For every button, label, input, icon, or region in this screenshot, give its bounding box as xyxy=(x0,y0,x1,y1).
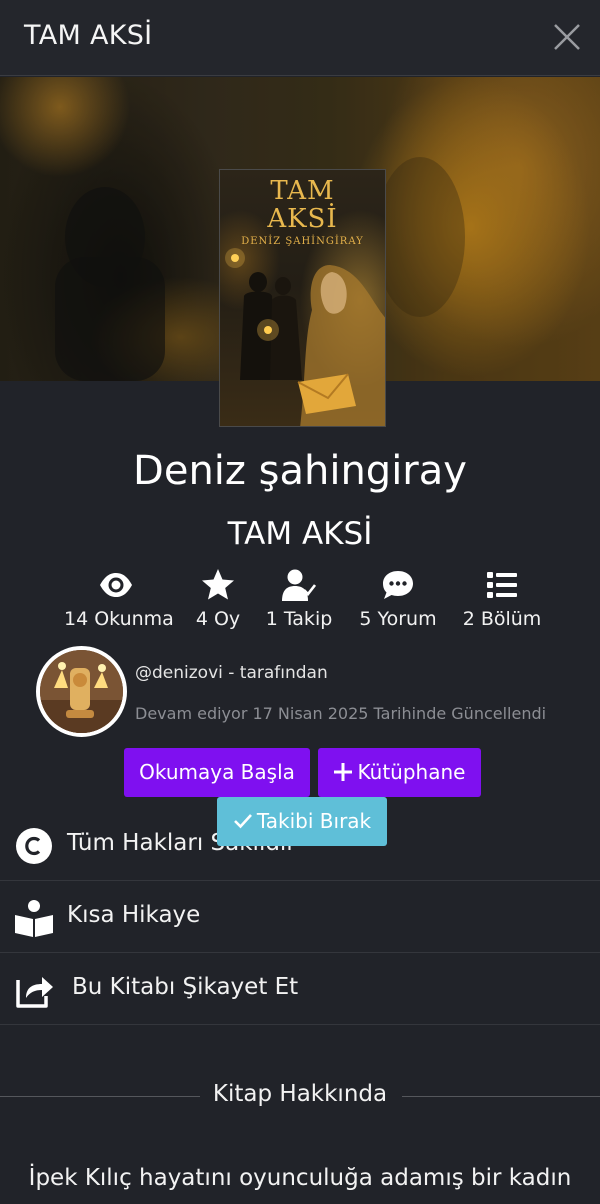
author-name[interactable]: Deniz şahingiray xyxy=(0,448,600,494)
check-icon xyxy=(233,814,252,829)
stat-chapters: 2 Bölüm xyxy=(462,568,542,630)
start-reading-button[interactable]: Okumaya Başla xyxy=(124,748,310,797)
unfollow-button[interactable]: Takibi Bırak xyxy=(217,797,387,846)
star-icon xyxy=(202,569,234,600)
book-title: TAM AKSİ xyxy=(227,516,373,552)
plus-icon xyxy=(333,763,352,781)
cover-title-line2: AKSİ xyxy=(267,204,338,234)
book-detail-page: TAM AKSİ TAM AKSİ DENİZ ŞAHİNGİRAY Deniz… xyxy=(0,0,600,1204)
row-genre[interactable]: Kısa Hikaye xyxy=(0,881,600,953)
library-label: Kütüphane xyxy=(357,760,466,784)
list-icon xyxy=(487,572,517,598)
author-byline[interactable]: @denizovi - tarafından xyxy=(135,663,328,683)
stat-reads: 14 Okunma xyxy=(64,568,174,630)
reading-person-icon xyxy=(15,900,53,937)
close-icon[interactable] xyxy=(552,22,582,52)
start-reading-label: Okumaya Başla xyxy=(139,760,295,784)
stat-comments-label: 5 Yorum xyxy=(359,608,437,630)
add-to-library-button[interactable]: Kütüphane xyxy=(318,748,481,797)
genre-label: Kısa Hikaye xyxy=(67,902,201,928)
stat-votes-label: 4 Oy xyxy=(195,608,241,630)
cover-author: DENİZ ŞAHİNGİRAY xyxy=(241,236,364,247)
report-label: Bu Kitabı Şikayet Et xyxy=(72,974,299,1000)
avatar[interactable] xyxy=(36,646,127,737)
top-bar: TAM AKSİ xyxy=(0,0,600,76)
book-description: İpek Kılıç hayatını oyunculuğa adamış bi… xyxy=(28,1165,572,1191)
about-heading: Kitap Hakkında xyxy=(212,1081,388,1107)
row-report[interactable]: Bu Kitabı Şikayet Et xyxy=(0,953,600,1025)
page-title: TAM AKSİ xyxy=(24,20,153,51)
eye-icon xyxy=(100,573,132,597)
stat-chapters-label: 2 Bölüm xyxy=(462,608,542,630)
stat-follows-label: 1 Takip xyxy=(265,608,333,630)
copyright-icon xyxy=(16,828,52,864)
update-status: Devam ediyor 17 Nisan 2025 Tarihinde Gün… xyxy=(135,704,547,723)
comment-icon xyxy=(383,571,413,599)
cover-title-line1: TAM xyxy=(270,176,335,206)
avatar-image xyxy=(40,650,123,733)
stat-votes: 4 Oy xyxy=(192,568,244,630)
share-report-icon xyxy=(16,977,53,1008)
book-cover[interactable]: TAM AKSİ DENİZ ŞAHİNGİRAY xyxy=(219,169,386,427)
unfollow-label: Takibi Bırak xyxy=(256,809,372,833)
stat-reads-label: 14 Okunma xyxy=(64,608,174,630)
user-check-icon xyxy=(282,569,316,601)
stat-comments: 5 Yorum xyxy=(358,568,438,630)
stat-follows: 1 Takip xyxy=(265,568,333,630)
